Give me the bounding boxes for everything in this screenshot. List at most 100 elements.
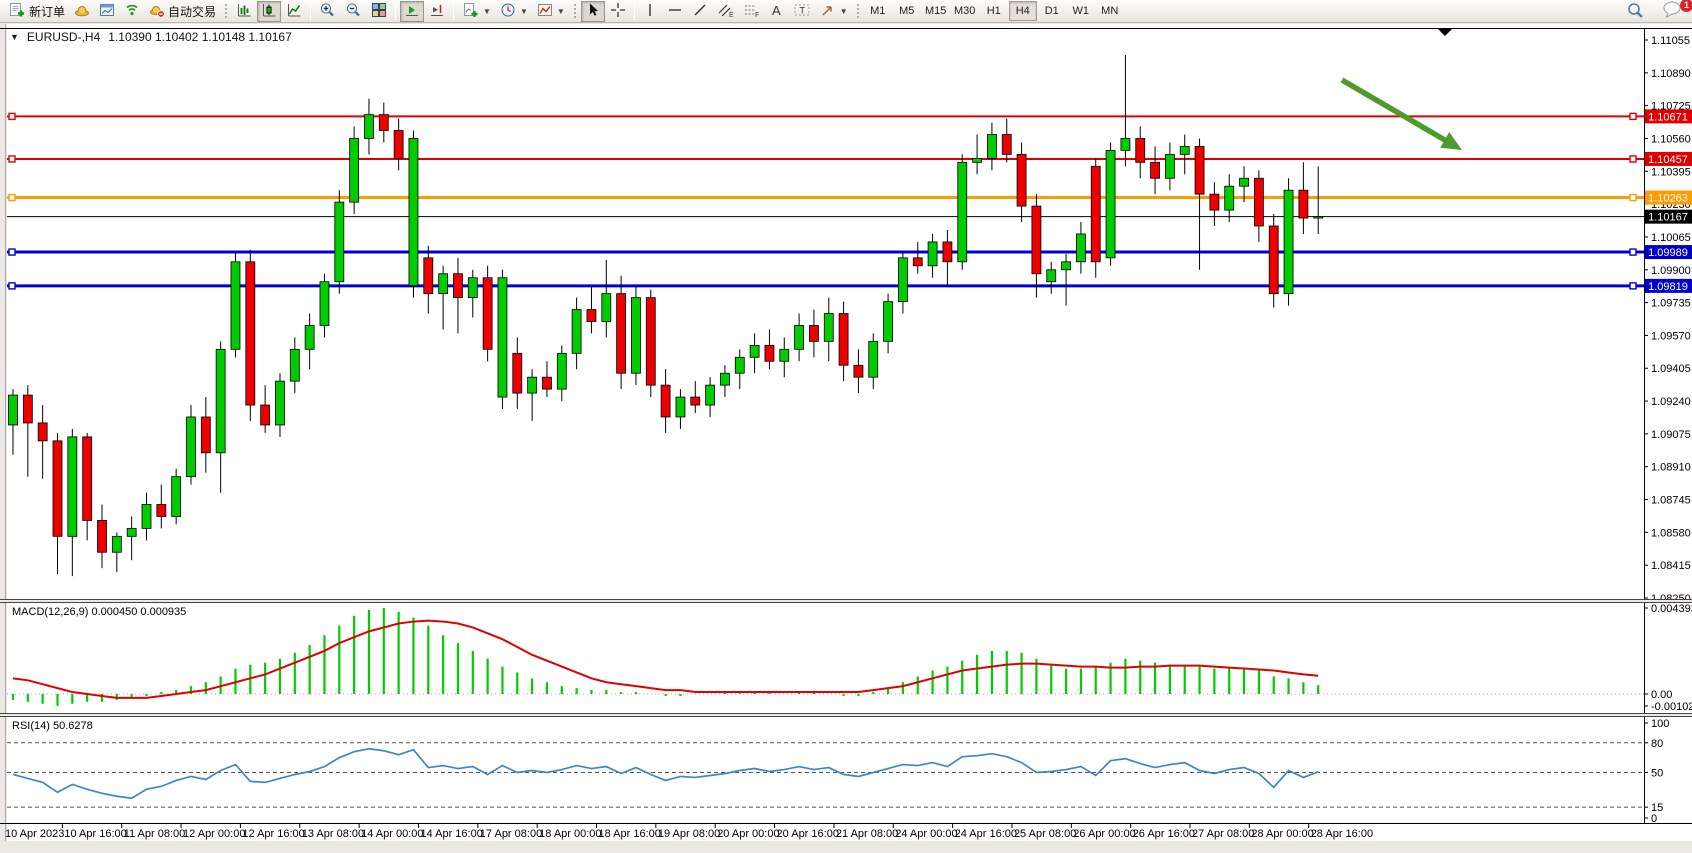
svg-text:20 Apr 00:00: 20 Apr 00:00 (717, 828, 779, 840)
fibonacci-button[interactable]: F (739, 1, 764, 22)
vertical-line-button[interactable] (639, 1, 662, 22)
timeframe-H1[interactable]: H1 (980, 1, 1008, 21)
svg-text:10 Apr 16:00: 10 Apr 16:00 (64, 828, 126, 840)
chart-window-icon (99, 2, 115, 21)
templates-icon (537, 2, 553, 21)
svg-text:1.08580: 1.08580 (1651, 527, 1691, 539)
svg-text:50: 50 (1651, 768, 1663, 780)
signals-icon (124, 2, 140, 21)
svg-text:1.09735: 1.09735 (1651, 298, 1691, 310)
templates-button[interactable]: ▼ (533, 1, 569, 22)
main-toolbar: 新订单 自动交易 (0, 0, 1692, 23)
cursor-button[interactable] (581, 1, 605, 22)
svg-text:1.10457: 1.10457 (1648, 154, 1688, 166)
text-icon: A (769, 2, 783, 21)
svg-text:17 Apr 08:00: 17 Apr 08:00 (480, 828, 542, 840)
text-label-button[interactable]: T (789, 1, 815, 22)
bar-chart-button[interactable] (232, 1, 256, 22)
equidistant-channel-icon: E (717, 2, 734, 21)
chart-symbol-period: EURUSD-,H4 (27, 30, 100, 44)
line-chart-button[interactable] (282, 1, 306, 22)
svg-text:1.09989: 1.09989 (1648, 247, 1688, 259)
svg-text:14 Apr 00:00: 14 Apr 00:00 (361, 828, 423, 840)
trendline-icon (692, 2, 708, 21)
svg-text:1.08415: 1.08415 (1651, 560, 1691, 572)
auto-trading-icon (149, 2, 165, 21)
chart-window-button[interactable] (95, 1, 119, 22)
chart-shift-icon (429, 2, 445, 21)
candlestick-chart-button[interactable] (257, 1, 281, 22)
horizontal-line-button[interactable] (663, 1, 687, 22)
search-button[interactable] (1622, 1, 1648, 22)
svg-text:24 Apr 00:00: 24 Apr 00:00 (895, 828, 957, 840)
text-label-icon: T (793, 2, 811, 21)
timeframe-W1[interactable]: W1 (1067, 1, 1095, 21)
svg-text:1.09405: 1.09405 (1651, 363, 1691, 375)
timeframe-M1[interactable]: M1 (864, 1, 892, 21)
timeframe-MN[interactable]: MN (1096, 1, 1124, 21)
arrows-icon (820, 2, 836, 21)
svg-text:26 Apr 00:00: 26 Apr 00:00 (1073, 828, 1135, 840)
auto-scroll-icon (404, 2, 420, 21)
timeframe-M15[interactable]: M15 (922, 1, 950, 21)
svg-text:T: T (799, 5, 805, 15)
periods-button[interactable]: ▼ (496, 1, 532, 22)
auto-trading-button[interactable]: 自动交易 (145, 1, 220, 22)
auto-scroll-button[interactable] (400, 1, 424, 22)
svg-text:12 Apr 00:00: 12 Apr 00:00 (183, 828, 245, 840)
chart-title: ▼ EURUSD-,H4 1.10390 1.10402 1.10148 1.1… (10, 30, 292, 44)
tile-windows-button[interactable] (367, 1, 391, 22)
crosshair-button[interactable] (606, 1, 630, 22)
bar-chart-icon (236, 2, 252, 21)
toolbar-gripper (224, 3, 228, 19)
zoom-out-icon (345, 2, 362, 21)
svg-text:1.10395: 1.10395 (1651, 166, 1691, 178)
svg-text:27 Apr 08:00: 27 Apr 08:00 (1192, 828, 1254, 840)
svg-text:1.10890: 1.10890 (1651, 68, 1691, 80)
timeframe-M5[interactable]: M5 (893, 1, 921, 21)
chevron-down-icon[interactable]: ▼ (10, 32, 19, 42)
community-hat-icon (74, 2, 90, 21)
svg-text:25 Apr 08:00: 25 Apr 08:00 (1014, 828, 1076, 840)
chart-canvas[interactable]: 1.110551.108901.107251.105601.103951.102… (0, 23, 1692, 853)
signals-button[interactable] (120, 1, 144, 22)
svg-text:14 Apr 16:00: 14 Apr 16:00 (420, 828, 482, 840)
toolbar-separator (634, 3, 635, 20)
svg-text:1.10671: 1.10671 (1648, 111, 1688, 123)
zoom-in-button[interactable] (315, 1, 340, 22)
svg-text:11 Apr 08:00: 11 Apr 08:00 (124, 828, 186, 840)
svg-text:0.004393: 0.004393 (1651, 603, 1692, 615)
chart-window-area: 1.110551.108901.107251.105601.103951.102… (0, 23, 1692, 853)
svg-text:1.10263: 1.10263 (1648, 193, 1688, 205)
svg-text:-0.001021: -0.001021 (1651, 701, 1692, 713)
zoom-in-icon (319, 2, 336, 21)
svg-text:1.08910: 1.08910 (1651, 462, 1691, 474)
timeframe-M30[interactable]: M30 (951, 1, 979, 21)
equidistant-channel-button[interactable]: E (713, 1, 738, 22)
svg-text:21 Apr 08:00: 21 Apr 08:00 (836, 828, 898, 840)
arrows-button[interactable]: ▼ (816, 1, 852, 22)
svg-text:20 Apr 16:00: 20 Apr 16:00 (777, 828, 839, 840)
svg-text:A: A (772, 3, 781, 18)
svg-text:19 Apr 08:00: 19 Apr 08:00 (658, 828, 720, 840)
svg-text:1.09900: 1.09900 (1651, 265, 1691, 277)
timeframe-D1[interactable]: D1 (1038, 1, 1066, 21)
trendline-button[interactable] (688, 1, 712, 22)
svg-text:1.10167: 1.10167 (1648, 212, 1688, 224)
zoom-out-button[interactable] (341, 1, 366, 22)
community-button[interactable] (70, 1, 94, 22)
svg-text:1.09075: 1.09075 (1651, 429, 1691, 441)
new-order-button[interactable]: 新订单 (4, 1, 69, 22)
svg-text:1.11055: 1.11055 (1651, 35, 1690, 47)
timeframe-H4[interactable]: H4 (1009, 1, 1037, 21)
fibonacci-icon: F (743, 2, 760, 21)
chart-shift-button[interactable] (425, 1, 449, 22)
new-order-icon (8, 2, 26, 21)
svg-text:28 Apr 00:00: 28 Apr 00:00 (1251, 828, 1313, 840)
text-button[interactable]: A (765, 1, 788, 22)
new-chart-button[interactable]: ▼ (458, 1, 495, 22)
chart-background (0, 24, 1692, 853)
toolbar-separator (310, 3, 311, 20)
candlestick-chart-icon (261, 2, 277, 21)
mt4-window: 新订单 自动交易 (0, 0, 1692, 853)
